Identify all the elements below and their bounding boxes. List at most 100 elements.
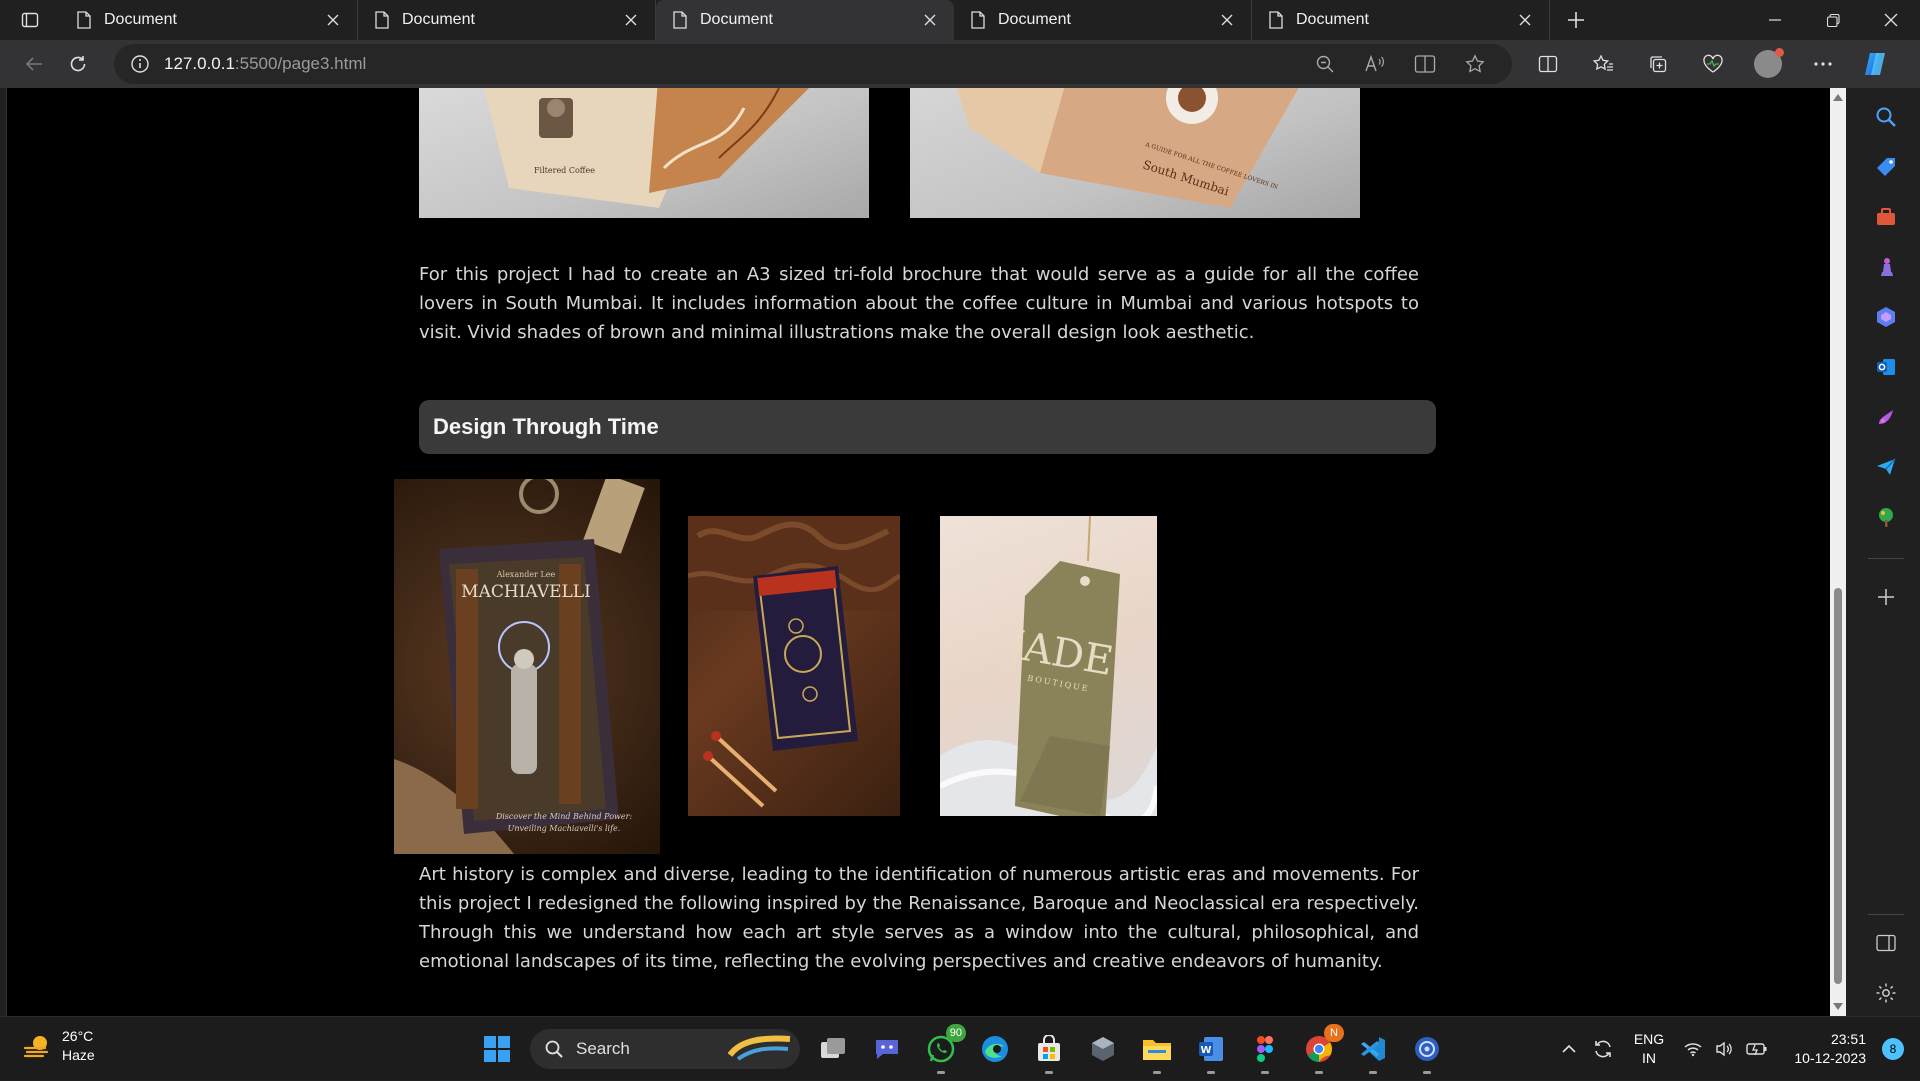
- book-tagline-2: Unveiling Machiavelli's life.: [508, 824, 621, 833]
- sidebar-designer-button[interactable]: [1871, 402, 1901, 432]
- refresh-button[interactable]: [56, 44, 100, 84]
- unity-hub-button[interactable]: [1080, 1026, 1126, 1072]
- close-tab-icon[interactable]: [920, 10, 940, 30]
- url-text[interactable]: 127.0.0.1:5500/page3.html: [164, 54, 1300, 74]
- browser-essentials-button[interactable]: [1685, 44, 1740, 84]
- browser-tab-5[interactable]: Document: [1252, 0, 1550, 40]
- notification-center-badge[interactable]: 8: [1882, 1038, 1904, 1060]
- refresh-icon: [70, 56, 86, 72]
- language-code: ENG: [1633, 1031, 1665, 1047]
- browser-tab-1[interactable]: Document: [60, 0, 358, 40]
- scroll-down-arrow-icon[interactable]: [1833, 1003, 1843, 1010]
- favorite-star-button[interactable]: [1450, 44, 1500, 84]
- close-window-button[interactable]: [1862, 0, 1920, 40]
- whatsapp-button[interactable]: 90: [918, 1024, 966, 1074]
- scroll-up-arrow-icon[interactable]: [1833, 94, 1843, 101]
- sidebar-search-button[interactable]: [1871, 102, 1901, 132]
- sync-icon: [1595, 1040, 1611, 1058]
- haze-sun-icon: [23, 1036, 49, 1058]
- jade-tag-illustration: JADE BOUTIQUE: [940, 516, 1157, 816]
- word-icon: W: [1199, 1037, 1223, 1061]
- sidebar-outlook-button[interactable]: [1871, 352, 1901, 382]
- read-aloud-icon: [1365, 54, 1384, 72]
- tab-actions-button[interactable]: [0, 0, 60, 40]
- document-icon: [77, 11, 91, 29]
- sync-tray-button[interactable]: [1586, 1029, 1620, 1069]
- chat-app-button[interactable]: [864, 1026, 910, 1072]
- favorites-button[interactable]: [1575, 44, 1630, 84]
- quick-settings-button[interactable]: [1678, 1041, 1774, 1057]
- word-button[interactable]: W: [1188, 1026, 1234, 1074]
- favorites-icon: [1592, 54, 1613, 71]
- close-tab-icon[interactable]: [1515, 10, 1535, 30]
- sidebar-tree-button[interactable]: [1871, 502, 1901, 532]
- copilot-button[interactable]: [1856, 45, 1894, 83]
- immersive-reader-icon: [1414, 55, 1436, 73]
- back-button[interactable]: [12, 44, 56, 84]
- toolbar-right-tools: [1520, 44, 1850, 84]
- shopping-tag-icon: [1877, 158, 1895, 176]
- profile-button[interactable]: [1740, 44, 1795, 84]
- address-bar[interactable]: 127.0.0.1:5500/page3.html: [114, 44, 1512, 84]
- new-tab-button[interactable]: [1554, 0, 1598, 40]
- machiavelli-book-artwork: Alexander Lee MACHIAVELLI Discover the M…: [394, 479, 660, 854]
- windows-taskbar: 26°C Haze Search 90 W N ENG IN 23:51 10-…: [0, 1016, 1920, 1080]
- sidebar-shopping-button[interactable]: [1871, 152, 1901, 182]
- zoom-button[interactable]: [1300, 44, 1350, 84]
- browser-tab-2[interactable]: Document: [358, 0, 656, 40]
- close-tab-icon[interactable]: [1217, 10, 1237, 30]
- close-tab-icon[interactable]: [621, 10, 641, 30]
- folder-icon: [1143, 1040, 1171, 1060]
- read-aloud-button[interactable]: [1350, 44, 1400, 84]
- start-button[interactable]: [474, 1026, 520, 1072]
- jade-boutique-tag-artwork: JADE BOUTIQUE: [940, 516, 1157, 816]
- page-viewport[interactable]: Filtered Coffee A GUIDE FOR ALL THE COFF…: [6, 88, 1846, 1016]
- sidebar-games-button[interactable]: [1871, 252, 1901, 282]
- minimize-icon: [1769, 19, 1781, 21]
- brochure-description: For this project I had to create an A3 s…: [419, 264, 1419, 343]
- window-controls: [1746, 0, 1920, 40]
- sidebar-tools-button[interactable]: [1871, 202, 1901, 232]
- settings-more-button[interactable]: [1795, 44, 1850, 84]
- whatsapp-badge: 90: [945, 1024, 966, 1042]
- minimize-button[interactable]: [1746, 0, 1804, 40]
- weather-widget[interactable]: 26°C Haze: [22, 1027, 95, 1065]
- show-hidden-icons-button[interactable]: [1552, 1029, 1586, 1069]
- tab-title: Document: [104, 11, 177, 28]
- restore-button[interactable]: [1804, 0, 1862, 40]
- close-tab-icon[interactable]: [323, 10, 343, 30]
- baroque-matchbox-artwork: [688, 516, 900, 816]
- task-view-icon: [821, 1038, 845, 1058]
- clock[interactable]: 23:51 10-12-2023: [1774, 1030, 1866, 1068]
- svg-text:W: W: [1200, 1045, 1211, 1056]
- browser-tab-3-active[interactable]: Document: [656, 0, 954, 40]
- task-view-button[interactable]: [810, 1026, 856, 1072]
- designer-icon: [1879, 410, 1893, 424]
- site-info-icon[interactable]: [130, 54, 150, 74]
- file-explorer-button[interactable]: [1134, 1026, 1180, 1074]
- sidebar-send-button[interactable]: [1871, 452, 1901, 482]
- paper-plane-icon: [1877, 458, 1896, 475]
- chrome-button[interactable]: N: [1296, 1024, 1344, 1074]
- immersive-reader-button[interactable]: [1400, 44, 1450, 84]
- sidebar-office-button[interactable]: [1871, 302, 1901, 332]
- tab-title: Document: [700, 11, 773, 28]
- language-indicator[interactable]: ENG IN: [1620, 1030, 1678, 1068]
- vscode-button[interactable]: [1350, 1026, 1396, 1074]
- chevron-up-icon: [1562, 1044, 1576, 1053]
- page-scrollbar[interactable]: [1830, 88, 1846, 1016]
- edge-icon: [982, 1036, 1008, 1062]
- scroll-thumb[interactable]: [1834, 588, 1842, 984]
- app-launcher-button[interactable]: [1404, 1026, 1450, 1074]
- collections-button[interactable]: [1630, 44, 1685, 84]
- sidebar-hide-button[interactable]: [1871, 928, 1901, 958]
- browser-tab-4[interactable]: Document: [954, 0, 1252, 40]
- figma-button[interactable]: [1242, 1026, 1288, 1074]
- split-screen-button[interactable]: [1520, 44, 1575, 84]
- edge-sidebar: [1853, 88, 1920, 1016]
- sidebar-add-button[interactable]: [1871, 582, 1901, 612]
- taskbar-search-box[interactable]: Search: [530, 1029, 800, 1069]
- sidebar-settings-button[interactable]: [1871, 978, 1901, 1008]
- edge-browser-button[interactable]: [972, 1026, 1018, 1072]
- microsoft-store-button[interactable]: [1026, 1026, 1072, 1074]
